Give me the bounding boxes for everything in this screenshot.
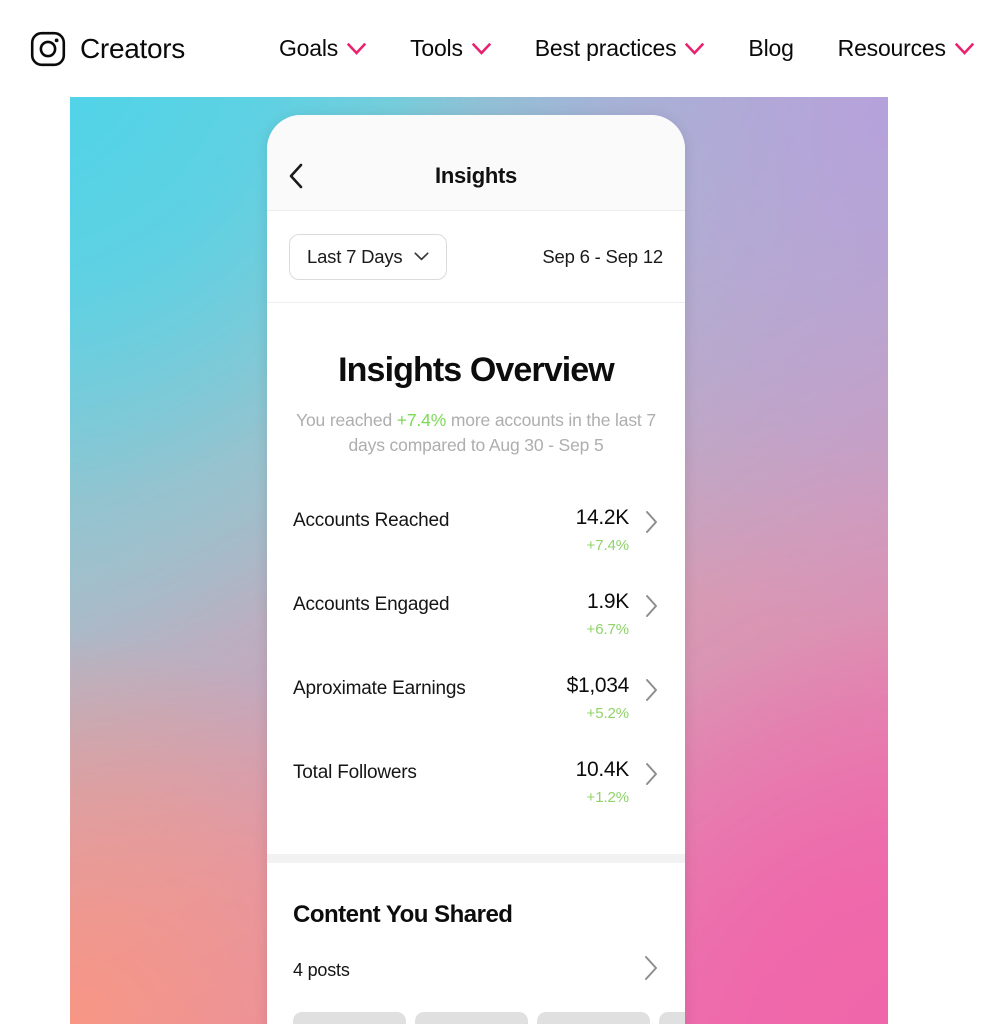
date-selector-row: Last 7 Days Sep 6 - Sep 12 — [267, 211, 685, 303]
post-thumbnail-grid — [267, 986, 685, 1024]
metric-value: 14.2K — [575, 505, 630, 529]
nav-item-best-practices[interactable]: Best practices — [513, 35, 727, 62]
nav-item-blog[interactable]: Blog — [726, 35, 815, 62]
nav-item-label: Goals — [278, 35, 339, 61]
chevron-right-icon — [645, 594, 659, 618]
section-title: Content You Shared — [293, 901, 513, 929]
metric-delta: +1.2% — [586, 789, 630, 807]
nav-item-tools[interactable]: Tools — [388, 35, 513, 62]
hero-gradient-banner: Insights Last 7 Days Sep 6 - Sep 12 Insi… — [70, 97, 888, 1024]
metrics-list: Accounts Reached 14.2K +7.4% Accounts En… — [267, 458, 685, 833]
phone-mockup: Insights Last 7 Days Sep 6 - Sep 12 Insi… — [267, 115, 685, 1024]
insights-overview-block: Insights Overview You reached +7.4% more… — [267, 303, 685, 458]
chevron-right-icon — [645, 762, 659, 786]
metric-row[interactable]: Accounts Engaged 1.9K +6.7% — [293, 580, 659, 664]
nav-item-label: Blog — [748, 35, 794, 61]
nav-item-label: Best practices — [534, 35, 677, 61]
post-thumbnail[interactable] — [659, 1012, 685, 1024]
metric-label: Accounts Engaged — [293, 593, 450, 615]
chevron-down-icon — [954, 42, 974, 55]
insights-header: Insights — [267, 141, 685, 211]
nav-item-label: Resources — [837, 35, 946, 61]
metric-delta: +5.2% — [586, 705, 630, 723]
overview-sub-prefix: You reached — [296, 410, 397, 430]
nav-item-goals[interactable]: Goals — [257, 35, 388, 62]
metric-label: Aproximate Earnings — [293, 677, 466, 699]
post-thumbnail[interactable] — [293, 1012, 406, 1024]
posts-count-label: 4 posts — [293, 960, 350, 981]
metric-value: 1.9K — [587, 589, 629, 613]
metric-label: Accounts Reached — [293, 509, 450, 531]
top-navigation-bar: Creators Goals Tools Best practices Blog… — [0, 0, 995, 97]
nav-links: Goals Tools Best practices Blog Resource… — [257, 35, 995, 62]
date-range-dropdown-label: Last 7 Days — [307, 245, 403, 267]
brand-logo-link[interactable]: Creators — [30, 31, 185, 67]
chevron-down-icon — [471, 42, 491, 55]
chevron-down-icon — [685, 42, 705, 55]
phone-status-bar — [267, 115, 685, 141]
section-divider — [267, 854, 685, 864]
post-thumbnail[interactable] — [415, 1012, 528, 1024]
date-range-dropdown[interactable]: Last 7 Days — [289, 233, 447, 280]
date-range-value: Sep 6 - Sep 12 — [542, 245, 663, 267]
post-thumbnail[interactable] — [537, 1012, 650, 1024]
chevron-left-icon[interactable] — [288, 163, 304, 189]
chevron-right-icon — [644, 955, 659, 986]
instagram-icon — [30, 31, 66, 67]
chevron-right-icon — [645, 510, 659, 534]
metric-label: Total Followers — [293, 762, 417, 784]
content-you-shared-section: Content You Shared 4 posts — [267, 863, 685, 986]
overview-title: Insights Overview — [338, 351, 615, 389]
brand-name: Creators — [80, 32, 185, 64]
nav-item-resources[interactable]: Resources — [816, 35, 995, 62]
metric-row[interactable]: Aproximate Earnings $1,034 +5.2% — [293, 664, 659, 748]
overview-sub-highlight: +7.4% — [396, 410, 447, 430]
metric-delta: +6.7% — [586, 620, 630, 638]
chevron-down-icon — [347, 42, 367, 55]
metric-row[interactable]: Total Followers 10.4K +1.2% — [293, 748, 659, 832]
nav-item-label: Tools — [410, 35, 463, 61]
metric-row[interactable]: Accounts Reached 14.2K +7.4% — [293, 496, 659, 580]
posts-count-row[interactable]: 4 posts — [293, 955, 659, 986]
chevron-down-icon — [413, 252, 429, 261]
chevron-right-icon — [645, 678, 659, 702]
metric-value: $1,034 — [566, 673, 630, 697]
overview-subtitle: You reached +7.4% more accounts in the l… — [293, 408, 659, 458]
metric-value: 10.4K — [575, 758, 630, 782]
page-title: Insights — [435, 162, 517, 188]
metric-delta: +7.4% — [586, 536, 630, 554]
